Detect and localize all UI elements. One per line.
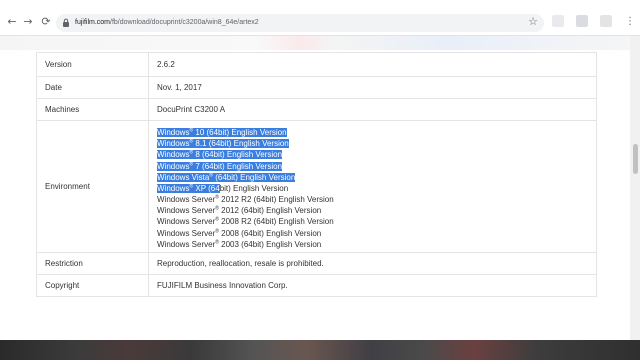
os-version: (64bit) English Version <box>213 172 296 182</box>
os-name: Windows Server <box>157 195 216 205</box>
table-row: Restriction Reproduction, reallocation, … <box>36 252 597 275</box>
machines-label: Machines <box>36 98 149 121</box>
selected-text: Windows Vista® (64bit) English Version <box>157 172 296 182</box>
os-version: 2008 (64bit) English Version <box>218 228 322 238</box>
date-value: Nov. 1, 2017 <box>148 76 597 99</box>
version-value: 2.6.2 <box>148 52 597 77</box>
os-name: Windows Server <box>157 239 216 249</box>
forward-arrow-icon[interactable]: → <box>20 14 36 30</box>
restriction-value: Reproduction, reallocation, resale is pr… <box>148 252 597 275</box>
os-name: Windows Server <box>157 217 216 227</box>
driver-details-table: Version 2.6.2 Date Nov. 1, 2017 Machines… <box>36 52 597 297</box>
os-version: 2008 R2 (64bit) English Version <box>218 217 334 227</box>
os-version: 2012 (64bit) English Version <box>218 206 322 216</box>
url-host: fujifilm.com <box>75 19 111 26</box>
os-name: Windows <box>157 161 190 171</box>
address-bar[interactable]: fujifilm.com/fb/download/docuprint/c3200… <box>56 14 544 32</box>
table-row: Copyright FUJIFILM Business Innovation C… <box>36 274 597 297</box>
environment-item: Windows Server® 2012 R2 (64bit) English … <box>157 194 596 205</box>
environment-item: Windows® 8 (64bit) English Version <box>157 149 596 160</box>
browser-toolbar: ← → ⟳ fujifilm.com/fb/download/docuprint… <box>0 0 640 36</box>
menu-icon[interactable]: ⋮ <box>624 14 636 30</box>
os-version: 8.1 (64bit) English Version <box>193 139 289 149</box>
environment-item: Windows Server® 2003 (64bit) English Ver… <box>157 239 596 250</box>
selected-text: Windows® 8.1 (64bit) English Version <box>157 139 289 149</box>
restriction-label: Restriction <box>36 252 149 275</box>
environment-item: Windows Server® 2008 R2 (64bit) English … <box>157 216 596 227</box>
environment-item: Windows® 7 (64bit) English Version <box>157 161 596 172</box>
version-label: Version <box>36 52 149 77</box>
os-version-unselected: bit) English Version <box>219 183 289 193</box>
os-name: Windows <box>157 150 190 160</box>
vertical-scrollbar[interactable] <box>630 36 640 340</box>
selected-text: Windows® 7 (64bit) English Version <box>157 161 283 171</box>
selected-text: Windows® XP (64 <box>157 184 220 193</box>
environment-item: Windows Vista® (64bit) English Version <box>157 172 596 183</box>
table-row: Version 2.6.2 <box>36 52 597 77</box>
table-row: Machines DocuPrint C3200 A <box>36 98 597 121</box>
page-header-strip <box>0 36 640 50</box>
environment-item: Windows® 8.1 (64bit) English Version <box>157 138 596 149</box>
environment-value: Windows® 10 (64bit) English Version Windo… <box>148 120 597 253</box>
environment-list: Windows® 10 (64bit) English Version Windo… <box>157 123 596 250</box>
os-version: 8 (64bit) English Version <box>193 150 283 160</box>
os-version: 10 (64bit) English Version <box>193 127 287 137</box>
environment-label: Environment <box>36 120 149 253</box>
os-version: 2012 R2 (64bit) English Version <box>218 195 334 205</box>
environment-item: Windows® XP (64bit) English Version <box>157 183 596 194</box>
copyright-label: Copyright <box>36 274 149 297</box>
url-path: /fb/download/docuprint/c3200a/win8_64e/a… <box>110 19 259 26</box>
table-row: Environment Windows® 10 (64bit) English … <box>36 120 597 253</box>
reload-icon[interactable]: ⟳ <box>38 14 54 30</box>
os-name: Windows <box>157 127 190 137</box>
lock-icon <box>63 18 69 27</box>
os-name: Windows Vista <box>157 172 210 182</box>
bookmark-star-icon[interactable]: ☆ <box>526 14 540 30</box>
os-name: Windows Server <box>157 206 216 216</box>
back-arrow-icon[interactable]: ← <box>4 14 20 30</box>
url-text: fujifilm.com/fb/download/docuprint/c3200… <box>75 17 259 29</box>
os-name: Windows <box>157 183 190 193</box>
environment-item: Windows® 10 (64bit) English Version <box>157 127 596 138</box>
os-name: Windows Server <box>157 228 216 238</box>
machines-value: DocuPrint C3200 A <box>148 98 597 121</box>
copyright-value: FUJIFILM Business Innovation Corp. <box>148 274 597 297</box>
date-label: Date <box>36 76 149 99</box>
profile-avatar[interactable] <box>600 15 612 27</box>
taskbar-strip <box>0 340 640 360</box>
table-row: Date Nov. 1, 2017 <box>36 76 597 99</box>
extension-icon[interactable] <box>552 15 564 27</box>
environment-item: Windows Server® 2008 (64bit) English Ver… <box>157 228 596 239</box>
extension-icon[interactable] <box>576 15 588 27</box>
os-version: 2003 (64bit) English Version <box>218 239 322 249</box>
scrollbar-thumb[interactable] <box>633 144 638 174</box>
os-version-selected: XP (64 <box>193 183 220 193</box>
selected-text: Windows® 8 (64bit) English Version <box>157 150 283 160</box>
environment-item: Windows Server® 2012 (64bit) English Ver… <box>157 205 596 216</box>
os-version: 7 (64bit) English Version <box>193 161 283 171</box>
selected-text: Windows® 10 (64bit) English Version <box>157 128 287 137</box>
os-name: Windows <box>157 139 190 149</box>
